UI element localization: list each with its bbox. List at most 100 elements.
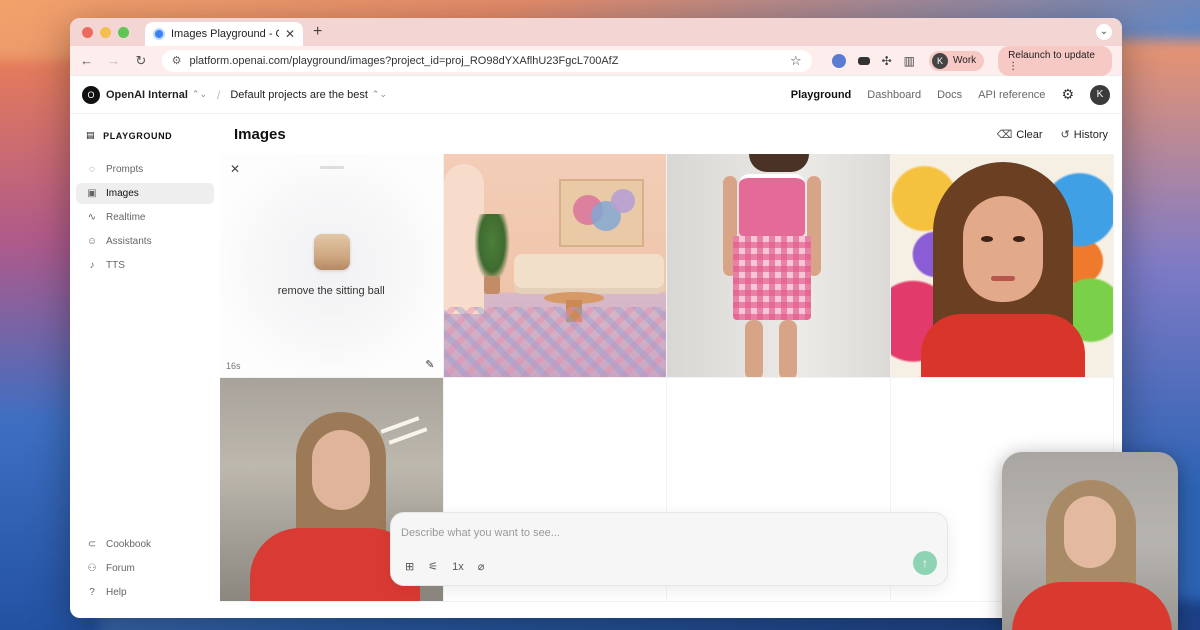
profile-button[interactable]: K Work [929,50,985,71]
plant-pot [483,276,500,294]
sidebar-item-images[interactable]: ▣ Images [76,183,214,204]
history-button[interactable]: ↺ History [1061,128,1108,141]
project-switcher[interactable]: Default projects are the best [230,89,368,101]
presenter-face [1064,496,1116,568]
image-painted-portrait[interactable] [890,154,1114,378]
reload-icon[interactable]: ↻ [134,53,147,69]
source-image-thumbnail [314,234,350,270]
gingham-skirt [733,236,811,320]
tab-close-icon[interactable]: ✕ [285,27,295,41]
settings-sliders-icon[interactable]: ⚟ [428,560,438,573]
rug [443,307,666,377]
extensions-area: ✣ ▥ [831,53,915,68]
person-face [312,430,370,510]
extension-2-icon[interactable] [857,56,870,65]
browser-tab[interactable]: Images Playground - OpenAI ✕ [145,22,303,46]
settings-gear-icon[interactable]: ⚙ [1061,86,1074,103]
send-button[interactable]: ↑ [913,551,937,575]
new-tab-button[interactable]: + [313,23,322,41]
relaunch-button[interactable]: Relaunch to update ⋮ [998,45,1112,76]
app-body: ▤ PLAYGROUND ◌ Prompts ▣ Images ∿ Realti… [70,114,1122,618]
browser-window: Images Playground - OpenAI ✕ + ⌄ ← → ↻ ⚙… [70,18,1122,618]
history-label: History [1073,128,1108,141]
attach-paperclip-icon[interactable]: ⌀ [478,560,485,573]
nav-api-reference[interactable]: API reference [978,89,1045,101]
minimize-window-button[interactable] [100,26,111,38]
sidebar-toggle-icon[interactable]: ▤ [86,130,95,141]
elapsed-time: 16s [226,361,241,371]
nav-docs[interactable]: Docs [937,89,962,101]
close-icon[interactable]: ✕ [230,162,240,176]
sidebar-item-tts[interactable]: ♪ TTS [76,255,214,276]
sidebar-item-cookbook[interactable]: ⊂ Cookbook [76,534,214,555]
title-bar: Images Playground - OpenAI ✕ + ⌄ [70,18,1122,46]
main-header: Images ⌫ Clear ↺ History [220,114,1122,154]
profile-label: Work [953,55,977,66]
pink-tank-top [739,174,805,236]
clear-button[interactable]: ⌫ Clear [997,128,1043,141]
openai-favicon-icon [153,28,165,40]
site-settings-icon[interactable]: ⚙ [172,54,182,67]
top-nav: Playground Dashboard Docs API reference … [791,84,1110,105]
url-field[interactable]: ⚙ platform.openai.com/playground/images?… [161,49,812,72]
clear-label: Clear [1016,128,1043,141]
image-count[interactable]: 1x [452,561,464,573]
image-upload-icon[interactable]: ⊞ [405,560,414,573]
portrait-eye-left [980,236,993,242]
sidebar-item-label: Images [106,188,139,199]
tab-search-chevron-icon[interactable]: ⌄ [1096,24,1112,40]
wall-art [558,179,644,247]
traffic-lights [82,26,129,38]
sidebar-item-prompts[interactable]: ◌ Prompts [76,159,214,180]
back-arrow-icon[interactable]: ← [80,53,93,68]
portrait-face [962,196,1043,302]
generation-prompt: remove the sitting ball [277,285,385,297]
sidebar-item-label: Forum [106,563,135,574]
relaunch-label: Relaunch to update [1008,49,1095,61]
page-title: Images [234,125,286,143]
nav-playground[interactable]: Playground [791,89,852,101]
bookmark-star-icon[interactable]: ☆ [790,53,802,69]
plant [473,214,510,284]
model-leg-right [779,320,797,377]
close-window-button[interactable] [82,26,93,38]
extension-1-icon[interactable] [831,53,846,68]
puzzle-extensions-icon[interactable]: ✣ [882,54,892,68]
app-header: O OpenAI Internal ⌃⌄ / Default projects … [70,76,1122,114]
sidebar-item-assistants[interactable]: ☺ Assistants [76,231,214,252]
nav-dashboard[interactable]: Dashboard [867,89,921,101]
sidebar-item-label: Prompts [106,164,144,175]
image-pink-outfit[interactable] [667,154,891,378]
portrait-mouth [990,276,1015,281]
composer-tools: ⊞ ⚟ 1x ⌀ [405,560,485,574]
sofa [513,254,664,294]
sidebar-item-realtime[interactable]: ∿ Realtime [76,207,214,228]
waveform-icon: ∿ [87,212,97,223]
user-avatar[interactable]: K [1090,84,1110,105]
side-panel-icon[interactable]: ▥ [904,54,915,68]
sidebar-footer: ⊂ Cookbook ⚇ Forum ? Help [76,534,214,606]
sidebar-item-forum[interactable]: ⚇ Forum [76,558,214,579]
portrait-eye-right [1012,236,1025,242]
org-logo: O [82,85,100,104]
generating-card[interactable]: ✕ remove the sitting ball 16s ✎ [220,154,444,378]
drag-handle[interactable] [320,166,344,169]
webcam-overlay [1002,452,1178,630]
sidebar-item-label: Help [106,587,127,598]
forward-arrow-icon[interactable]: → [107,53,120,68]
edit-pencil-icon[interactable]: ✎ [425,358,434,371]
org-chevron-icon[interactable]: ⌃⌄ [192,89,207,100]
model-leg-left [745,320,763,377]
sidebar-item-help[interactable]: ? Help [76,582,214,603]
breadcrumb-divider: / [217,87,221,102]
robot-icon: ☺ [86,236,98,247]
address-bar-row: ← → ↻ ⚙ platform.openai.com/playground/i… [70,45,1122,76]
sidebar: ▤ PLAYGROUND ◌ Prompts ▣ Images ∿ Realti… [70,114,220,618]
project-chevron-icon[interactable]: ⌃⌄ [372,89,387,100]
prompt-input[interactable] [401,523,901,543]
sidebar-title-text: PLAYGROUND [103,130,173,141]
image-living-room[interactable] [443,154,667,378]
image-icon: ▣ [87,188,97,199]
maximize-window-button[interactable] [118,26,129,38]
org-switcher[interactable]: OpenAI Internal [106,89,188,101]
